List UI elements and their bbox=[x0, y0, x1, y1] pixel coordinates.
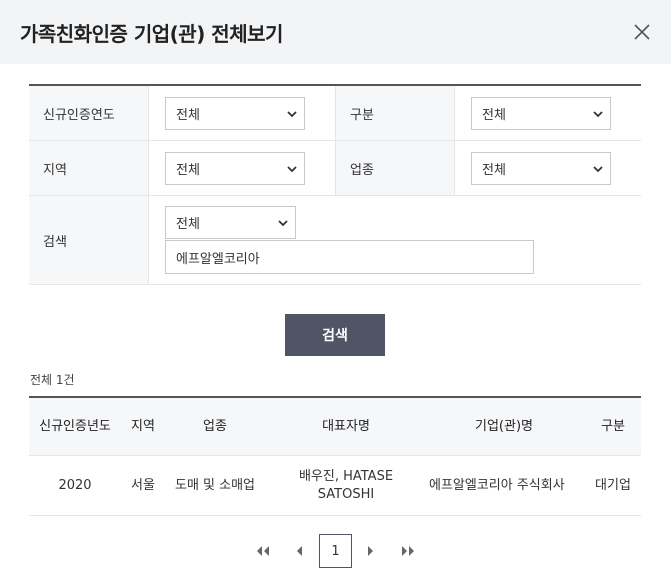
cell-company[interactable]: 에프알엘코리아 주식회사 bbox=[429, 456, 579, 515]
header-type: 구분 bbox=[601, 418, 625, 434]
search-label: 검색 bbox=[29, 196, 149, 284]
type-select-value: 전체 bbox=[482, 108, 506, 123]
filter-row-region-industry: 지역 전체 업종 전체 bbox=[29, 141, 641, 196]
first-page-icon[interactable] bbox=[252, 534, 274, 568]
chevron-down-icon bbox=[286, 163, 298, 175]
pagination: 1 bbox=[0, 534, 671, 568]
cell-region: 서울 bbox=[131, 477, 155, 493]
table-header: 신규인증년도 지역 업종 대표자명 기업(관)명 구분 bbox=[29, 398, 641, 456]
page-1-button[interactable]: 1 bbox=[319, 534, 352, 568]
header-company: 기업(관)명 bbox=[475, 418, 533, 434]
results-table: 신규인증년도 지역 업종 대표자명 기업(관)명 구분 2020 서울 도매 및… bbox=[29, 396, 641, 516]
filter-row-search: 검색 전체 에프알엘코리아 bbox=[29, 196, 641, 285]
year-select[interactable]: 전체 bbox=[165, 97, 305, 130]
search-scope-select[interactable]: 전체 bbox=[165, 206, 296, 239]
prev-page-icon[interactable] bbox=[290, 534, 308, 568]
chevron-down-icon bbox=[277, 217, 289, 229]
filter-row-year-type: 신규인증연도 전체 구분 전체 bbox=[29, 86, 641, 141]
close-icon[interactable] bbox=[632, 22, 652, 42]
search-button[interactable]: 검색 bbox=[285, 314, 385, 356]
type-select[interactable]: 전체 bbox=[471, 97, 611, 130]
type-label: 구분 bbox=[335, 86, 455, 140]
dialog-header: 가족친화인증 기업(관) 전체보기 bbox=[0, 0, 671, 64]
chevron-down-icon bbox=[592, 108, 604, 120]
cell-year: 2020 bbox=[58, 477, 92, 493]
industry-select-value: 전체 bbox=[482, 163, 506, 178]
region-select-value: 전체 bbox=[176, 163, 200, 178]
cell-ceo: 배우진, HATASE SATOSHI bbox=[298, 468, 394, 502]
search-input-value: 에프알엘코리아 bbox=[176, 251, 260, 267]
last-page-icon[interactable] bbox=[397, 534, 419, 568]
industry-label: 업종 bbox=[335, 141, 455, 195]
chevron-down-icon bbox=[592, 163, 604, 175]
header-industry: 업종 bbox=[203, 418, 227, 434]
header-region: 지역 bbox=[131, 418, 155, 434]
header-ceo: 대표자명 bbox=[322, 418, 370, 434]
header-year: 신규인증년도 bbox=[39, 418, 111, 434]
region-label: 지역 bbox=[29, 141, 149, 195]
cell-type: 대기업 bbox=[595, 477, 631, 493]
next-page-icon[interactable] bbox=[362, 534, 380, 568]
industry-select[interactable]: 전체 bbox=[471, 152, 611, 185]
search-scope-value: 전체 bbox=[176, 217, 200, 232]
chevron-down-icon bbox=[286, 108, 298, 120]
result-count: 전체 1건 bbox=[30, 373, 75, 387]
search-input[interactable]: 에프알엘코리아 bbox=[165, 240, 534, 274]
year-select-value: 전체 bbox=[176, 108, 200, 123]
table-row[interactable]: 2020 서울 도매 및 소매업 배우진, HATASE SATOSHI 에프알… bbox=[29, 456, 641, 516]
cell-industry: 도매 및 소매업 bbox=[174, 477, 256, 493]
dialog-title: 가족친화인증 기업(관) 전체보기 bbox=[20, 22, 283, 46]
year-label: 신규인증연도 bbox=[29, 86, 149, 140]
filter-panel: 신규인증연도 전체 구분 전체 지역 전체 업종 전체 검색 전체 에프알엘코리 bbox=[29, 84, 641, 285]
region-select[interactable]: 전체 bbox=[165, 152, 305, 185]
